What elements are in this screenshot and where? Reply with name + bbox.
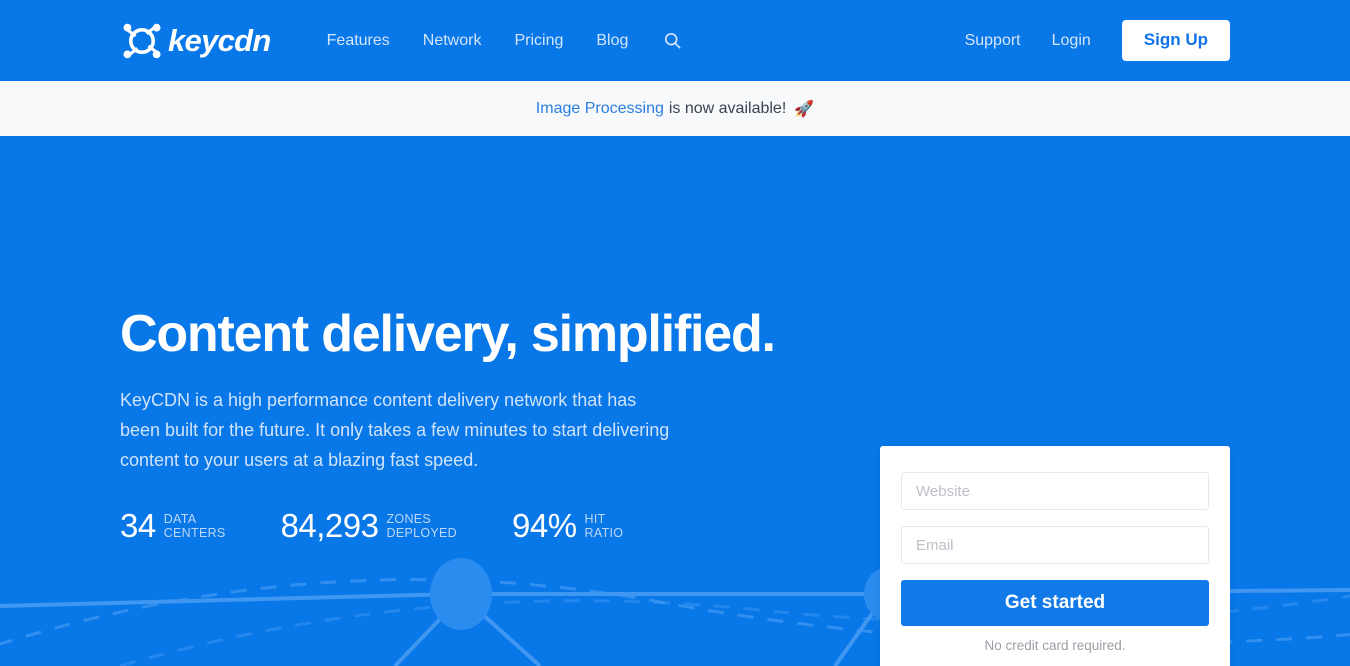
email-input[interactable] xyxy=(901,526,1209,564)
main-navigation: Features Network Pricing Blog xyxy=(327,32,682,50)
announcement-text: is now available! xyxy=(668,99,787,117)
nav-link-features[interactable]: Features xyxy=(327,32,390,50)
site-header: keycdn Features Network Pricing Blog Sup… xyxy=(0,0,1350,81)
stat-label: DATA CENTERS xyxy=(163,511,226,540)
announcement-link[interactable]: Image Processing xyxy=(536,100,664,118)
stat-data-centers: 34 DATA CENTERS xyxy=(120,509,226,542)
header-actions: Support Login Sign Up xyxy=(965,20,1230,61)
stat-zones-deployed: 84,293 ZONES DEPLOYED xyxy=(281,509,457,542)
login-link[interactable]: Login xyxy=(1052,32,1091,50)
stat-label: ZONES DEPLOYED xyxy=(386,511,457,540)
hero-section: Content delivery, simplified. KeyCDN is … xyxy=(0,136,1350,666)
nav-link-blog[interactable]: Blog xyxy=(596,32,628,50)
page-title: Content delivery, simplified. xyxy=(120,305,776,363)
hero-subtitle: KeyCDN is a high performance content del… xyxy=(120,390,670,471)
logo-text: keycdn xyxy=(168,23,271,58)
support-link[interactable]: Support xyxy=(965,32,1021,50)
keycdn-circle-key-icon xyxy=(120,19,164,63)
website-input[interactable] xyxy=(901,472,1209,510)
stats-row: 34 DATA CENTERS 84,293 ZONES DEPLOYED 94… xyxy=(120,509,880,542)
search-icon[interactable] xyxy=(664,32,681,49)
signup-form-card: Get started No credit card required. xyxy=(880,446,1230,666)
stat-value: 84,293 xyxy=(280,507,379,545)
no-credit-card-note: No credit card required. xyxy=(984,638,1126,653)
logo[interactable]: keycdn xyxy=(120,19,271,63)
rocket-icon: 🚀 xyxy=(794,100,815,118)
stat-value: 94% xyxy=(511,507,577,545)
get-started-button[interactable]: Get started xyxy=(901,580,1209,626)
nav-link-network[interactable]: Network xyxy=(423,32,482,50)
stat-hit-ratio: 94% HIT RATIO xyxy=(512,509,623,542)
stat-label: HIT RATIO xyxy=(584,511,624,540)
announcement-banner: Image Processing is now available! 🚀 xyxy=(0,81,1350,136)
signup-button[interactable]: Sign Up xyxy=(1121,20,1230,61)
nav-link-pricing[interactable]: Pricing xyxy=(514,32,563,50)
stat-value: 34 xyxy=(120,507,156,545)
